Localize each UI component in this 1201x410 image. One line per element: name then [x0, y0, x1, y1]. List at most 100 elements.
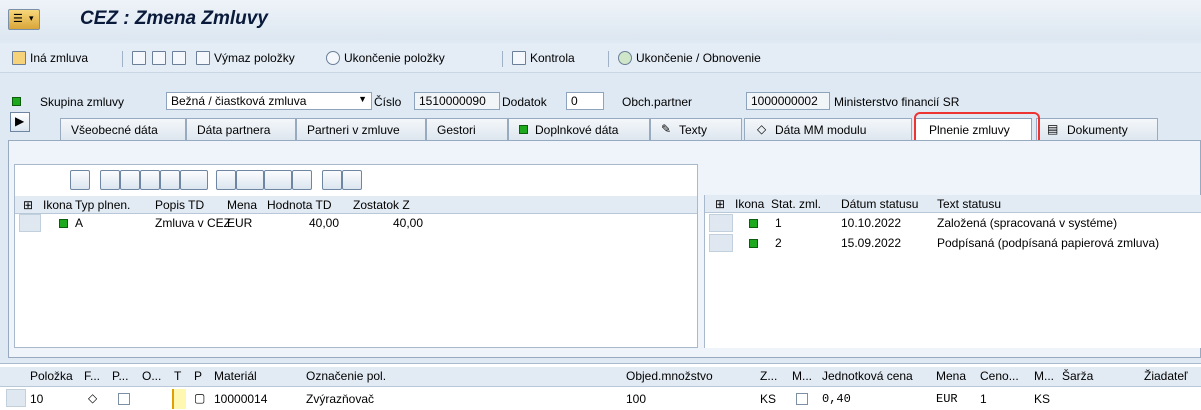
cell-currency: EUR: [227, 216, 253, 230]
col-price-unit: Ceno...: [980, 369, 1019, 383]
delete-item-button[interactable]: Výmaz položky: [196, 51, 295, 65]
cell-description: Zvýrazňovač: [306, 392, 375, 406]
end-item-button[interactable]: Ukončenie položky: [326, 51, 445, 65]
number-field[interactable]: 1510000090: [414, 92, 500, 110]
status-green-icon: [519, 125, 528, 134]
find-next-icon[interactable]: [160, 170, 180, 190]
end-renew-button[interactable]: Ukončenie / Obnovenie: [618, 51, 761, 65]
tab-documents[interactable]: ▤ Dokumenty: [1036, 118, 1158, 140]
cell-desc: Zmluva v CEZ: [155, 216, 232, 230]
edit-cell[interactable]: [172, 389, 186, 409]
contract-icon: [12, 51, 26, 65]
export-icon[interactable]: [264, 170, 292, 190]
status-green-icon: [749, 219, 758, 228]
details-button[interactable]: [132, 51, 146, 65]
copy-button[interactable]: [152, 51, 166, 65]
col-unit-price: Jednotková cena: [822, 369, 913, 383]
col-description: Označenie pol.: [306, 369, 387, 383]
other-contract-label: Iná zmluva: [30, 51, 89, 65]
refresh-icon[interactable]: [342, 170, 362, 190]
col-desc: Popis TD: [155, 198, 205, 212]
col-icon: Ikona: [43, 198, 73, 212]
table-header: Položka F... P... O... T P Materiál Ozna…: [0, 367, 1201, 387]
row-selector[interactable]: [709, 234, 733, 252]
tab-additional-data[interactable]: Doplnkové dáta: [508, 118, 650, 140]
renew-icon: [618, 51, 632, 65]
find-icon[interactable]: [140, 170, 160, 190]
info-icon[interactable]: [322, 170, 342, 190]
tab-contract-partners[interactable]: Partneri v zmluve: [296, 118, 426, 140]
cell-date: 10.10.2022: [841, 216, 902, 230]
copy-icon: [152, 51, 166, 65]
cell-material: 10000014: [214, 392, 268, 406]
chevron-down-icon: ▾: [29, 13, 34, 23]
col-o: O...: [142, 369, 162, 383]
cell-text: Založená (spracovaná v systéme): [937, 216, 1118, 230]
contract-header: Skupina zmluvy Bežná / čiastková zmluva ▼…: [0, 90, 1201, 112]
col-t: T: [174, 369, 182, 383]
tab-partner-data[interactable]: Dáta partnera: [186, 118, 296, 140]
col-p: P...: [112, 369, 129, 383]
views-icon[interactable]: [236, 170, 264, 190]
expand-header-button[interactable]: ▶: [10, 112, 30, 132]
col-batch: Šarža: [1062, 369, 1094, 383]
col-currency: Mena: [227, 198, 258, 212]
tab-general[interactable]: Všeobecné dáta: [60, 118, 186, 140]
check-label: Kontrola: [530, 51, 575, 65]
duplicate-button[interactable]: [172, 51, 186, 65]
fulfillment-table: ⊞ Ikona Typ plnen. Popis TD Mena Hodnota…: [14, 164, 698, 348]
items-table: Položka F... P... O... T P Materiál Ozna…: [0, 363, 1201, 410]
other-contract-button[interactable]: Iná zmluva: [12, 51, 88, 65]
menu-icon: ☰: [13, 13, 23, 25]
sort-desc-icon[interactable]: [120, 170, 140, 190]
group-select[interactable]: Bežná / čiastková zmluva ▼: [166, 92, 372, 110]
row-selector[interactable]: [19, 214, 41, 232]
sort-asc-icon[interactable]: [100, 170, 120, 190]
row-selector[interactable]: [709, 214, 733, 232]
text-icon: ✎: [661, 122, 672, 136]
col-status: Stat. zml.: [771, 197, 822, 211]
tab-mm-data[interactable]: ◇ Dáta MM modulu: [744, 118, 912, 140]
partner-id-field[interactable]: 1000000002: [746, 92, 830, 110]
cell-status: 2: [775, 236, 782, 250]
print-icon[interactable]: [216, 170, 236, 190]
col-p2: P: [194, 369, 203, 383]
cell-unit: KS: [760, 392, 777, 406]
col-value: Hodnota TD: [267, 198, 332, 212]
layout-icon[interactable]: [292, 170, 312, 190]
details-icon[interactable]: [70, 170, 90, 190]
layout-icon: ⊞: [23, 198, 34, 212]
col-text: Text statusu: [937, 197, 1002, 211]
end-item-label: Ukončenie položky: [344, 51, 445, 65]
status-green-icon: [12, 97, 21, 106]
amendment-field[interactable]: 0: [566, 92, 604, 110]
cell-text: Podpísaná (podpísaná papierová zmluva): [937, 236, 1160, 250]
number-label: Číslo: [374, 95, 402, 109]
col-f: F...: [84, 369, 101, 383]
partner-label: Obch.partner: [622, 95, 693, 109]
cell-date: 15.09.2022: [841, 236, 902, 250]
col-z: Z...: [760, 369, 778, 383]
tab-gestors[interactable]: Gestori: [426, 118, 508, 140]
col-item: Položka: [30, 369, 73, 383]
check-icon: [512, 51, 526, 65]
checkbox[interactable]: [796, 393, 808, 405]
col-icon: Ikona: [735, 197, 765, 211]
check-button[interactable]: Kontrola: [512, 51, 575, 65]
menu-button[interactable]: ☰ ▾: [8, 9, 40, 30]
checkbox[interactable]: [118, 393, 130, 405]
application-toolbar: Iná zmluva Výmaz položky Ukončenie polož…: [0, 43, 1201, 73]
chevron-down-icon: ▼: [358, 94, 367, 104]
cell-type: A: [75, 216, 84, 230]
filter-icon[interactable]: [180, 170, 208, 190]
group-label: Skupina zmluvy: [40, 95, 125, 109]
details-icon: [132, 51, 146, 65]
copy-icon[interactable]: ▢: [194, 391, 205, 405]
status-table: ⊞ Ikona Stat. zml. Dátum statusu Text st…: [704, 195, 1201, 348]
cell-uom: KS: [1034, 392, 1051, 406]
tab-texts[interactable]: ✎ Texty: [650, 118, 742, 140]
row-selector[interactable]: [6, 389, 26, 407]
col-quantity: Objed.množstvo: [626, 369, 713, 383]
table-header: ⊞ Ikona Stat. zml. Dátum statusu Text st…: [705, 195, 1201, 213]
trash-icon: [196, 51, 210, 65]
